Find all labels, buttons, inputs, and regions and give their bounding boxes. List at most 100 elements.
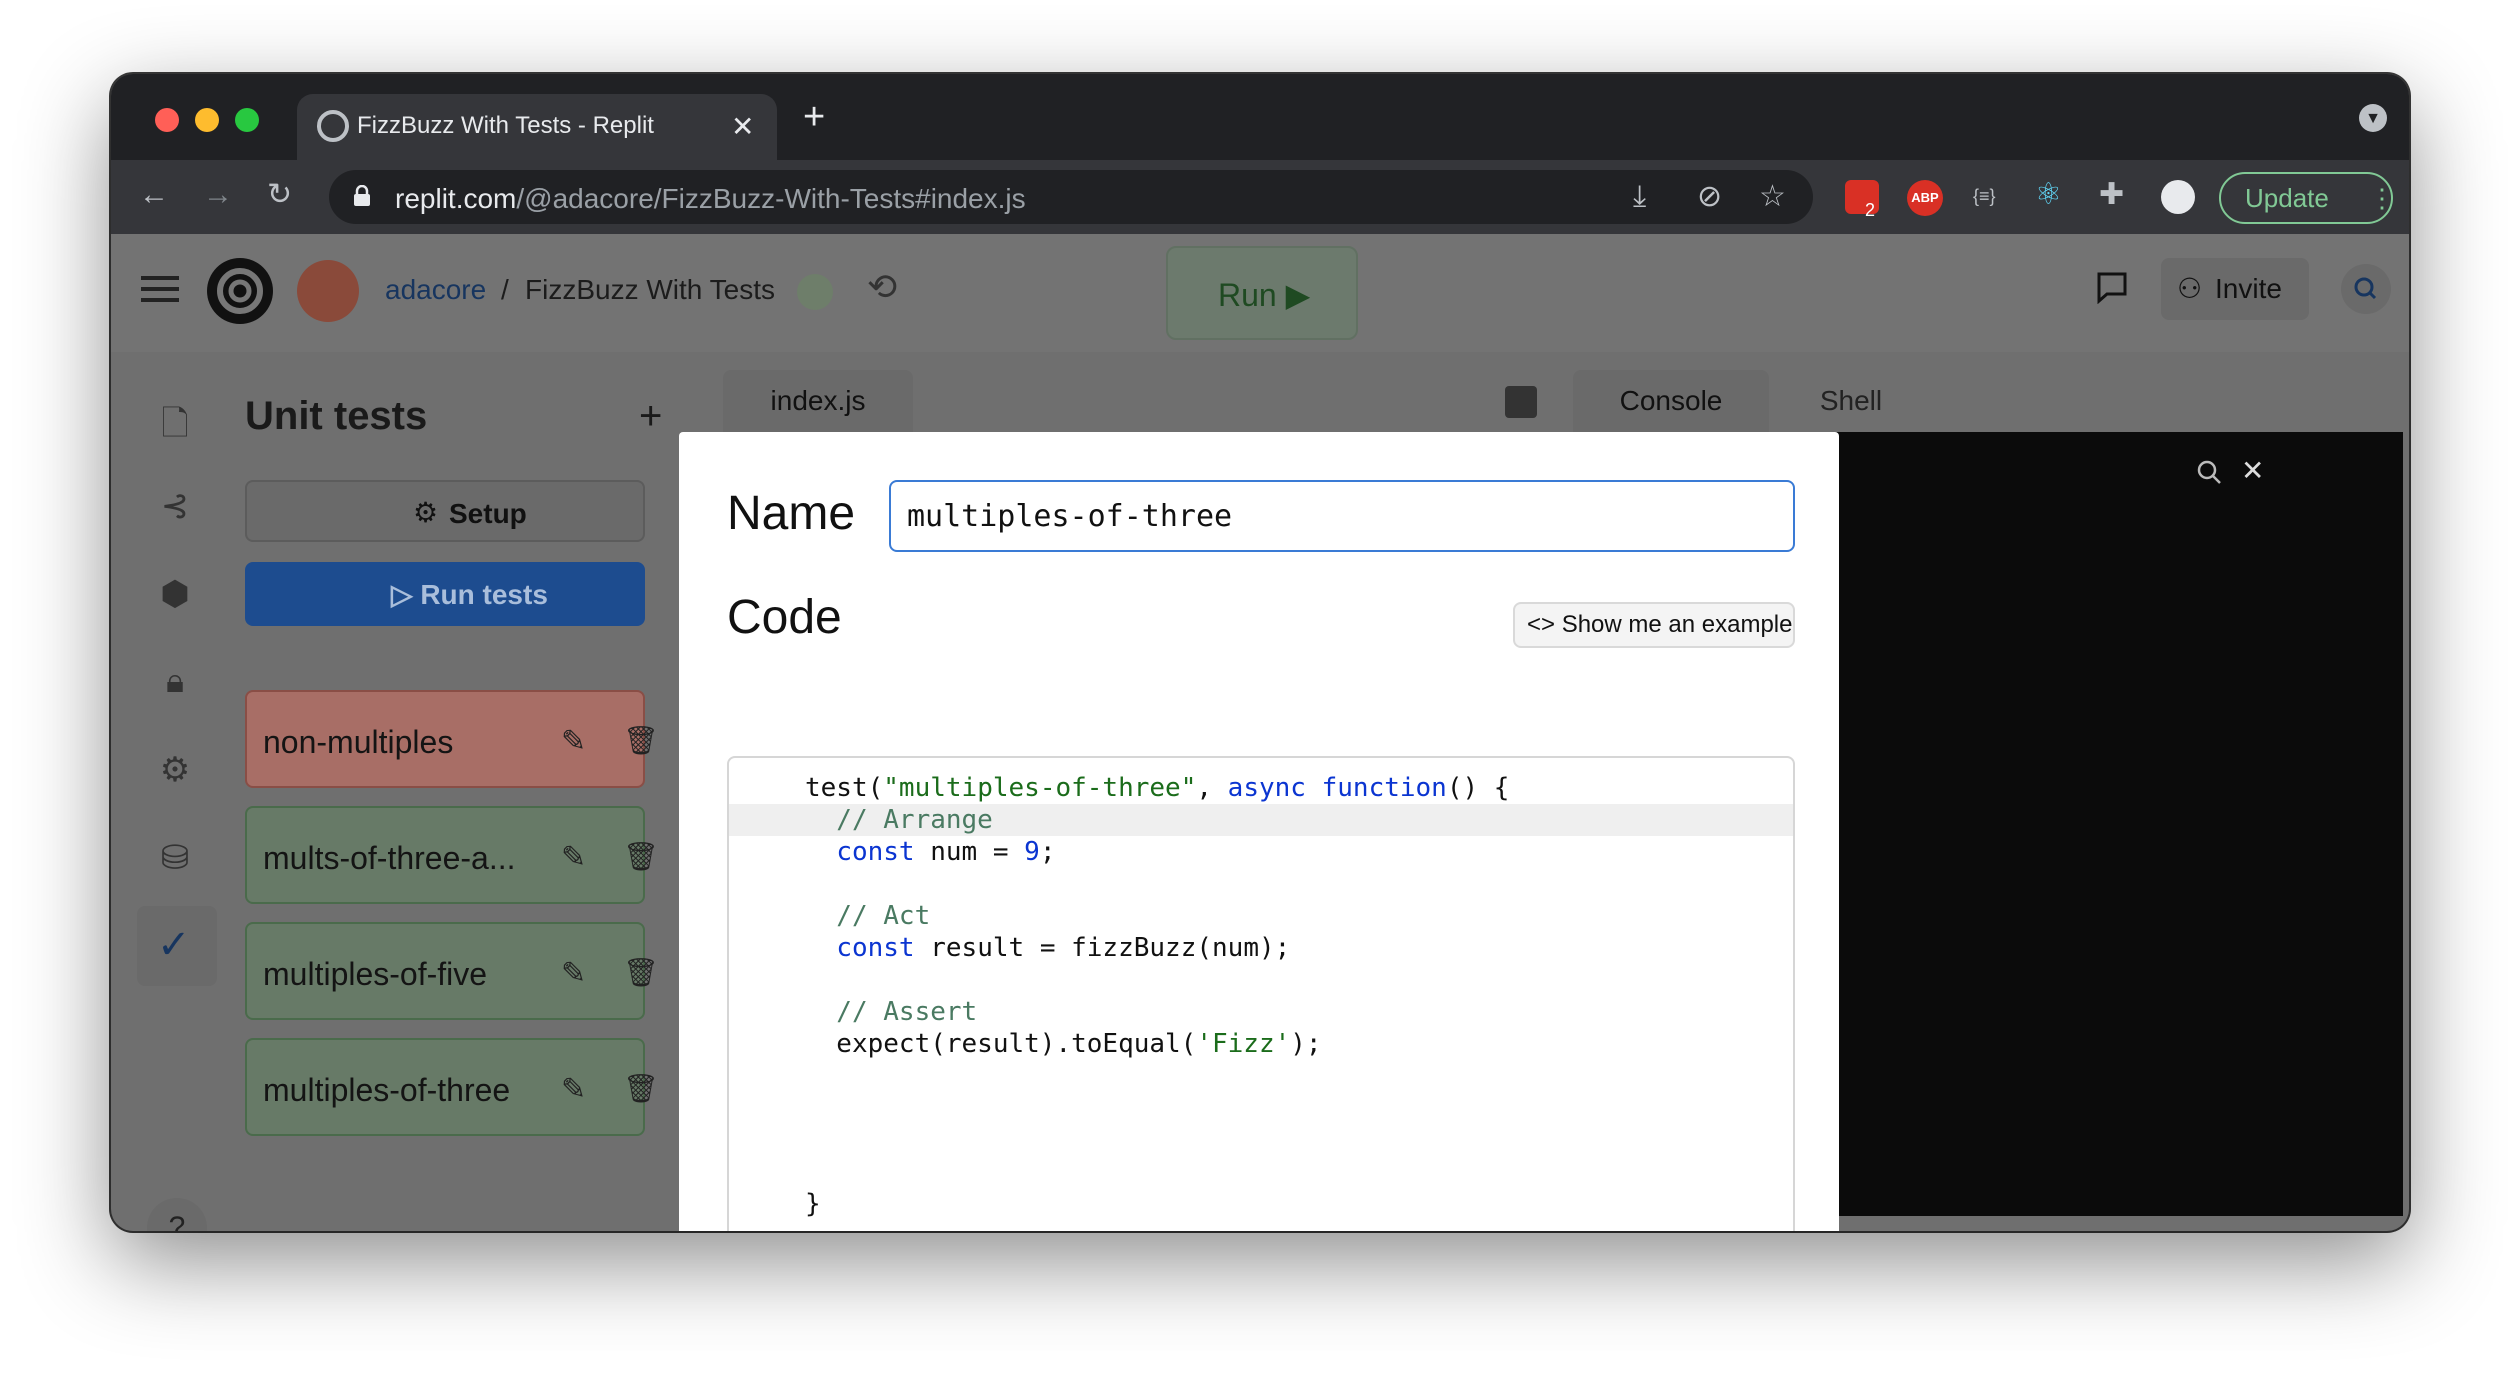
packages-icon[interactable]: ⬢ bbox=[155, 574, 195, 614]
more-menu-icon[interactable]: ⋮ bbox=[2369, 174, 2395, 222]
user-link[interactable]: adacore bbox=[385, 274, 486, 306]
reload-icon[interactable]: ↻ bbox=[267, 180, 292, 210]
new-tab-icon[interactable]: + bbox=[803, 98, 825, 136]
browser-toolbar: ← → ↻ replit.com/@adacore/FizzBuzz-With-… bbox=[111, 160, 2409, 234]
invite-button[interactable]: ⚇ Invite bbox=[2161, 258, 2309, 320]
repl-name[interactable]: FizzBuzz With Tests bbox=[525, 274, 775, 306]
chat-icon[interactable] bbox=[2095, 270, 2129, 305]
replit-header: adacore / FizzBuzz With Tests ⟲ Run ▶ ⚇ … bbox=[111, 234, 2409, 352]
react-devtools-icon[interactable]: ⚛ bbox=[2035, 180, 2062, 210]
settings-gear-icon[interactable]: ⚙ bbox=[155, 750, 195, 790]
bookmark-star-icon[interactable]: ☆ bbox=[1759, 182, 1786, 212]
tab-title: FizzBuzz With Tests - Replit bbox=[357, 112, 654, 139]
run-tests-label: ▷ Run tests bbox=[391, 579, 548, 610]
back-icon[interactable]: ← bbox=[139, 180, 169, 210]
code-line: const num = 9; bbox=[729, 836, 1793, 868]
layout-toggle-icon[interactable] bbox=[1505, 386, 1537, 418]
code-line: // Assert bbox=[729, 996, 1793, 1028]
install-app-icon[interactable]: ⤓ bbox=[1633, 182, 1646, 212]
version-control-icon[interactable]: ⊰ bbox=[155, 486, 195, 526]
history-icon[interactable]: ⟲ bbox=[867, 269, 897, 305]
test-item-passed[interactable]: multiples-of-five ✎ 🗑︎ bbox=[245, 922, 659, 1020]
code-text: const result = fizzBuzz(num); bbox=[836, 933, 1291, 963]
extensions-puzzle-icon[interactable]: ✚ bbox=[2099, 180, 2124, 210]
edit-pencil-icon[interactable]: ✎ bbox=[561, 1072, 586, 1107]
replit-logo-icon[interactable] bbox=[207, 258, 273, 324]
files-icon[interactable]: 🗋 bbox=[155, 400, 195, 443]
address-bar[interactable]: replit.com/@adacore/FizzBuzz-With-Tests#… bbox=[329, 170, 1813, 224]
console-close-icon[interactable]: ✕ bbox=[2241, 454, 2264, 487]
code-text: } bbox=[805, 1189, 821, 1219]
setup-button[interactable]: ⚙ Setup bbox=[245, 480, 645, 542]
delete-trash-icon[interactable]: 🗑︎ bbox=[623, 1072, 659, 1105]
test-name-input[interactable] bbox=[889, 480, 1795, 552]
adblock-icon[interactable]: ABP bbox=[1907, 180, 1943, 216]
minimize-window-button[interactable] bbox=[195, 108, 219, 132]
breadcrumb-separator: / bbox=[501, 274, 509, 305]
database-icon[interactable]: ⛁ bbox=[155, 838, 195, 878]
code-text: // Act bbox=[805, 901, 931, 931]
edit-pencil-icon[interactable]: ✎ bbox=[561, 840, 586, 875]
browser-tab[interactable]: FizzBuzz With Tests - Replit ✕ bbox=[297, 94, 777, 160]
test-item-passed[interactable]: multiples-of-three ✎ 🗑︎ bbox=[245, 1038, 659, 1136]
code-line: // Act bbox=[729, 900, 1793, 932]
run-label: Run ▶ bbox=[1218, 277, 1311, 313]
close-window-button[interactable] bbox=[155, 108, 179, 132]
delete-trash-icon[interactable]: 🗑︎ bbox=[623, 724, 659, 757]
secrets-lock-icon[interactable]: 🔒︎ bbox=[155, 662, 195, 702]
code-line-active: // Arrange bbox=[729, 804, 1793, 836]
update-button[interactable]: Update ⋮ bbox=[2219, 172, 2395, 224]
close-tab-icon[interactable]: ✕ bbox=[731, 112, 754, 142]
invite-label: Invite bbox=[2215, 273, 2282, 304]
extension-badge: 2 bbox=[1865, 200, 1876, 220]
file-tab-index-js[interactable]: index.js bbox=[723, 370, 913, 432]
delete-trash-icon[interactable]: 🗑︎ bbox=[623, 956, 659, 989]
maximize-window-button[interactable] bbox=[235, 108, 259, 132]
browser-window: FizzBuzz With Tests - Replit ✕ + ▼ ← → ↻… bbox=[111, 74, 2409, 1231]
json-formatter-icon[interactable]: {≡} bbox=[1973, 186, 1996, 207]
code-text: // Arrange bbox=[805, 805, 993, 835]
test-name: multiples-of-three bbox=[263, 1072, 511, 1108]
tab-shell[interactable]: Shell bbox=[1791, 370, 1911, 432]
code-line: } bbox=[729, 1188, 1793, 1220]
code-editor[interactable]: test("multiples-of-three", async functio… bbox=[727, 756, 1795, 1231]
unit-tests-tool[interactable]: ✓ bbox=[137, 906, 217, 986]
show-example-button[interactable]: <> Show me an example bbox=[1513, 602, 1795, 648]
test-item-passed[interactable]: mults-of-three-a... ✎ 🗑︎ bbox=[245, 806, 659, 904]
test-name: mults-of-three-a... bbox=[263, 840, 516, 876]
run-button[interactable]: Run ▶ bbox=[1166, 246, 1358, 340]
console-pane[interactable]: ✕ bbox=[1801, 432, 2403, 1216]
code-text: test("multiples-of-three", async functio… bbox=[805, 773, 1510, 803]
add-test-button[interactable]: + bbox=[639, 394, 662, 439]
test-name: multiples-of-five bbox=[263, 956, 488, 992]
lock-icon bbox=[353, 184, 371, 207]
tracking-blocked-icon[interactable]: ⊘ bbox=[1697, 182, 1722, 212]
test-item-failed[interactable]: non-multiples ✎ 🗑︎ bbox=[245, 690, 659, 788]
console-search-icon[interactable] bbox=[2195, 458, 2223, 486]
code-line: const result = fizzBuzz(num); bbox=[729, 932, 1793, 964]
checkmark-icon: ✓ bbox=[157, 923, 191, 967]
edit-pencil-icon[interactable]: ✎ bbox=[561, 724, 586, 759]
code-label: Code bbox=[727, 591, 842, 644]
search-button[interactable] bbox=[2341, 264, 2391, 314]
user-avatar[interactable] bbox=[297, 260, 359, 322]
tab-console[interactable]: Console bbox=[1573, 370, 1769, 432]
code-line: expect(result).toEqual('Fizz'); bbox=[729, 1028, 1793, 1060]
forward-icon[interactable]: → bbox=[203, 180, 233, 210]
help-button[interactable]: ? bbox=[147, 1198, 207, 1231]
tab-search-icon[interactable]: ▼ bbox=[2359, 104, 2387, 132]
delete-trash-icon[interactable]: 🗑︎ bbox=[623, 840, 659, 873]
profile-avatar-icon[interactable] bbox=[2161, 180, 2195, 214]
add-person-icon: ⚇ bbox=[2177, 273, 2203, 304]
hamburger-menu-icon[interactable] bbox=[141, 274, 179, 304]
edit-pencil-icon[interactable]: ✎ bbox=[561, 956, 586, 991]
code-text: // Assert bbox=[805, 997, 978, 1027]
nodejs-language-icon bbox=[797, 274, 833, 310]
code-text: const num = 9; bbox=[836, 837, 1056, 867]
run-tests-button[interactable]: ▷ Run tests bbox=[245, 562, 645, 626]
